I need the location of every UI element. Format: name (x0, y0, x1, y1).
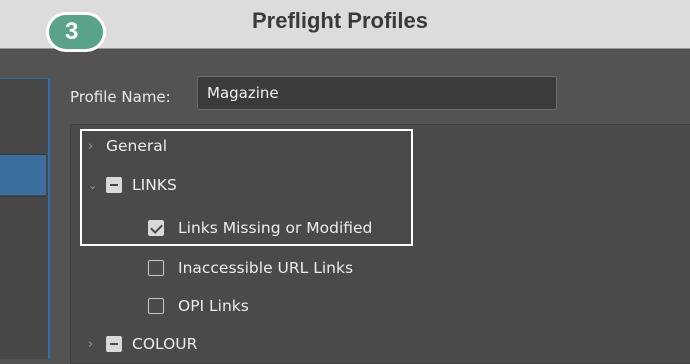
list-divider (0, 196, 46, 197)
profiles-list-panel[interactable] (0, 78, 50, 359)
selected-profile-row[interactable] (0, 155, 46, 195)
checkbox-unchecked[interactable] (148, 298, 164, 314)
tree-item-opi-links[interactable]: OPI Links (148, 294, 249, 318)
tree-item-colour[interactable]: › COLOUR (88, 332, 197, 356)
chevron-right-icon[interactable]: › (88, 337, 102, 352)
profile-name-field[interactable] (197, 76, 557, 110)
mixed-checkbox-icon[interactable] (106, 336, 122, 352)
list-divider (0, 154, 46, 155)
tree-item-label: Inaccessible URL Links (178, 259, 354, 277)
profile-name-label: Profile Name: (70, 88, 171, 106)
tree-item-inaccessible-url[interactable]: Inaccessible URL Links (148, 256, 353, 280)
highlight-annotation-box (80, 129, 413, 246)
tree-item-label: COLOUR (132, 335, 198, 353)
dialog-title: Preflight Profiles (251, 8, 429, 33)
checkbox-unchecked[interactable] (148, 260, 164, 276)
tree-item-label: OPI Links (178, 297, 249, 315)
step-number-badge: 3 (46, 12, 106, 52)
